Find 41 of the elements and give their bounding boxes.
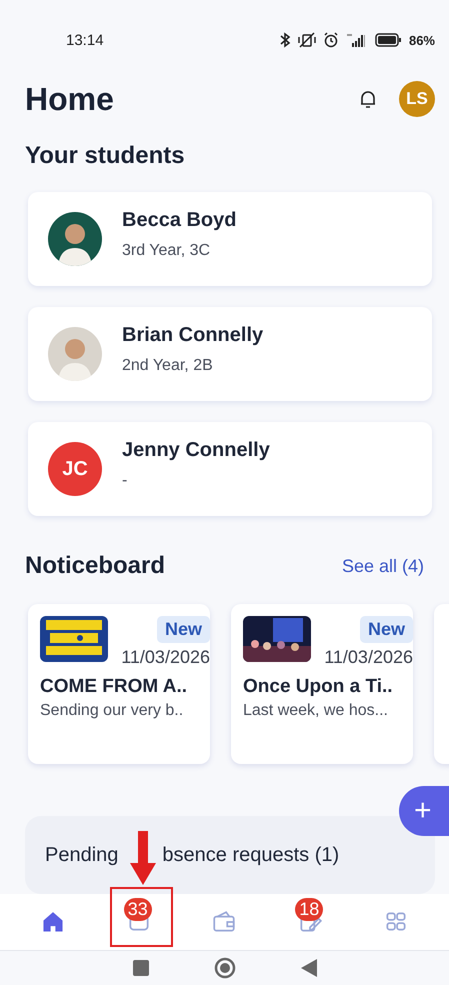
student-name: Jenny Connelly <box>122 438 270 462</box>
back-icon[interactable] <box>300 959 316 977</box>
count-badge: 18 <box>295 898 324 921</box>
student-card[interactable]: Becca Boyd 3rd Year, 3C <box>28 192 432 286</box>
section-heading: Your students <box>25 142 185 170</box>
bluetooth-icon <box>278 32 291 48</box>
pending-title: Pending <box>45 844 118 867</box>
notice-card[interactable]: New 11/03/2026 COME FROM A.. Sending our very b.. <box>28 604 210 764</box>
notice-title: COME FROM A.. <box>40 676 188 698</box>
notice-card[interactable]: New 11/03/2026 Once Upon a Ti.. Last week, we hos... <box>231 604 413 764</box>
page-title: Home <box>25 80 114 118</box>
student-name: Brian Connelly <box>122 324 264 346</box>
vibrate-off-icon <box>298 32 316 48</box>
student-class: 3rd Year, 3C <box>122 242 212 260</box>
pointer-arrow <box>130 831 156 885</box>
notice-date: 11/03/2026 <box>121 647 210 668</box>
new-badge: New <box>360 616 413 643</box>
add-button[interactable]: + <box>399 786 449 836</box>
battery-percent: 86% <box>408 32 435 48</box>
new-badge: New <box>156 616 210 643</box>
pending-title: bsence requests (1) <box>162 844 340 867</box>
signal-icon <box>346 32 368 48</box>
home-circle-icon[interactable] <box>214 957 236 979</box>
see-all-link[interactable]: See all (4) <box>342 556 424 576</box>
notice-title: Once Upon a Ti.. <box>243 676 394 698</box>
avatar-initials: JC <box>48 442 102 496</box>
count-badge: 33 <box>124 898 152 921</box>
section-heading: Noticeboard <box>25 552 166 580</box>
battery-icon <box>374 33 402 47</box>
notice-excerpt: Last week, we hos... <box>243 702 389 720</box>
alarm-icon <box>322 32 339 48</box>
notice-excerpt: Sending our very b.. <box>40 702 184 720</box>
student-name: Becca Boyd <box>122 208 236 232</box>
notice-date: 11/03/2026 <box>324 647 413 668</box>
status-time: 13:14 <box>66 32 104 48</box>
recents-icon[interactable] <box>132 960 148 976</box>
notification-bell-icon[interactable] <box>359 89 377 109</box>
student-card[interactable]: JC Jenny Connelly - <box>28 422 432 516</box>
student-class: 2nd Year, 2B <box>122 356 214 374</box>
student-card[interactable]: Brian Connelly 2nd Year, 2B <box>28 307 432 401</box>
student-class: - <box>122 472 128 490</box>
